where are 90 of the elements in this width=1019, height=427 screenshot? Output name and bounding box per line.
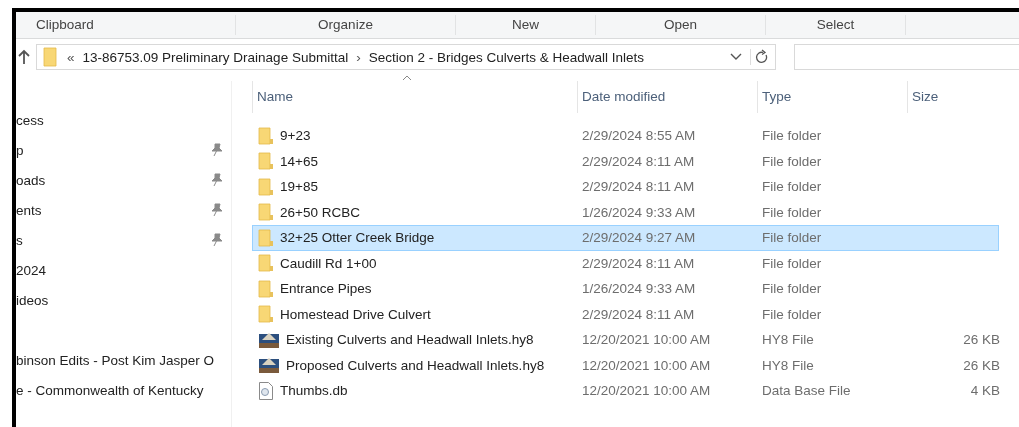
date-modified: 2/29/2024 8:11 AM [581, 153, 696, 169]
file-type: File folder [761, 281, 823, 297]
date-modified: 12/20/2021 10:00 AM [581, 332, 712, 348]
date-modified: 2/29/2024 8:11 AM [581, 179, 696, 195]
file-name: 9+23 [280, 128, 311, 144]
pin-icon [211, 143, 223, 157]
folder-icon [258, 279, 274, 298]
pin-icon [211, 233, 223, 247]
file-type: File folder [761, 179, 823, 195]
folder-icon [258, 203, 274, 222]
breadcrumb[interactable]: Section 2 - Bridges Culverts & Headwall Inlets [368, 49, 645, 65]
ribbon-group-label: Clipboard [16, 15, 236, 35]
file-row[interactable]: 14+65 2/29/2024 8:11 AM File folder [252, 148, 999, 174]
folder-icon [258, 152, 274, 171]
file-name: Entrance Pipes [280, 281, 372, 297]
file-row[interactable]: Existing Culverts and Headwall Inlets.hy8 12/20/2021 10:00 AM HY8 File 26 KB [252, 327, 999, 353]
date-modified: 1/26/2024 9:33 AM [581, 204, 697, 220]
ribbon-group-label: New [456, 15, 596, 35]
file-icon [258, 380, 274, 401]
address-bar[interactable]: « 13-86753.09 Preliminary Drainage Submittal › Section 2 - Bridges Culverts & Headwall Inlets [36, 44, 776, 70]
ribbon-group-label: Select [766, 15, 906, 35]
file-name: 32+25 Otter Creek Bridge [280, 230, 435, 246]
dropdown-chevron-icon[interactable] [730, 53, 742, 61]
file-type: File folder [761, 230, 823, 246]
date-modified: 12/20/2021 10:00 AM [581, 383, 712, 399]
search-field[interactable] [794, 44, 1019, 70]
file-row[interactable]: 19+85 2/29/2024 8:11 AM File folder [252, 174, 999, 200]
file-row[interactable]: Caudill Rd 1+00 2/29/2024 8:11 AM File folder [252, 250, 999, 276]
folder-icon [258, 228, 274, 247]
file-row[interactable]: Thumbs.db 12/20/2021 10:00 AM Data Base File 4 KB [252, 378, 999, 404]
folder-icon [258, 126, 274, 145]
file-name: Caudill Rd 1+00 [280, 255, 377, 271]
file-name: 19+85 [280, 179, 318, 195]
file-type: File folder [761, 153, 823, 169]
date-modified: 2/29/2024 9:27 AM [581, 230, 697, 246]
file-row[interactable]: Proposed Culverts and Headwall Inlets.hy8 12/20/2021 10:00 AM HY8 File 26 KB [252, 352, 999, 378]
file-type: File folder [761, 255, 823, 271]
pin-icon [211, 203, 223, 217]
column-header[interactable]: Size [907, 81, 1007, 113]
column-header[interactable]: Type [757, 81, 907, 113]
file-type: File folder [761, 306, 823, 322]
file-type: HY8 File [761, 357, 815, 373]
nav-item[interactable]: s [16, 232, 23, 248]
nav-item[interactable]: ents [16, 202, 42, 218]
file-type: File folder [761, 128, 823, 144]
pin-icon [211, 173, 223, 187]
file-name: Thumbs.db [280, 383, 348, 399]
nav-item[interactable]: p [16, 142, 24, 158]
breadcrumb-separator: › [356, 49, 361, 65]
date-modified: 2/29/2024 8:11 AM [581, 255, 696, 271]
folder-icon [43, 47, 59, 67]
date-modified: 12/20/2021 10:00 AM [581, 357, 712, 373]
nav-item[interactable]: cess [16, 112, 44, 128]
file-name: Proposed Culverts and Headwall Inlets.hy8 [286, 357, 545, 373]
refresh-icon[interactable] [750, 49, 769, 65]
nav-item[interactable]: 2024 [16, 262, 47, 278]
file-row[interactable]: 9+23 2/29/2024 8:55 AM File folder [252, 123, 999, 149]
overflow-chevron[interactable]: « [67, 49, 75, 65]
column-header[interactable]: Name [252, 81, 577, 113]
nav-item[interactable]: ideos [16, 292, 49, 308]
file-size: 4 KB [969, 383, 1000, 399]
breadcrumb[interactable]: 13-86753.09 Preliminary Drainage Submittal [82, 49, 349, 65]
ribbon-group-label: Organize [236, 15, 456, 35]
file-type: File folder [761, 204, 823, 220]
file-row[interactable]: 26+50 RCBC 1/26/2024 9:33 AM File folder [252, 199, 999, 225]
folder-icon [258, 305, 274, 324]
folder-icon [258, 254, 274, 273]
file-name: 14+65 [280, 153, 318, 169]
file-name: Homestead Drive Culvert [280, 306, 431, 322]
file-row[interactable]: Entrance Pipes 1/26/2024 9:33 AM File folder [252, 276, 999, 302]
file-type: Data Base File [761, 383, 852, 399]
date-modified: 2/29/2024 8:11 AM [581, 306, 696, 322]
folder-icon [258, 177, 274, 196]
date-modified: 2/29/2024 8:55 AM [581, 128, 697, 144]
up-arrow-icon[interactable] [18, 49, 30, 65]
file-size: 26 KB [962, 357, 1000, 373]
column-header[interactable]: Date modified [577, 81, 757, 113]
file-name: 26+50 RCBC [280, 204, 360, 220]
file-name: Existing Culverts and Headwall Inlets.hy8 [286, 332, 534, 348]
nav-item[interactable]: oads [16, 172, 46, 188]
date-modified: 1/26/2024 9:33 AM [581, 281, 697, 297]
file-type: HY8 File [761, 332, 815, 348]
file-row[interactable]: Homestead Drive Culvert 2/29/2024 8:11 AM File folder [252, 301, 999, 327]
document-icon [258, 355, 280, 376]
nav-item[interactable]: e - Commonwealth of Kentucky [16, 382, 204, 398]
nav-item[interactable]: binson Edits - Post Kim Jasper O [16, 353, 215, 368]
file-row[interactable]: 32+25 Otter Creek Bridge 2/29/2024 9:27 AM File folder [252, 225, 999, 251]
sort-caret-icon [402, 75, 412, 81]
file-size: 26 KB [962, 332, 1000, 348]
ribbon-group-label: Open [596, 15, 766, 35]
